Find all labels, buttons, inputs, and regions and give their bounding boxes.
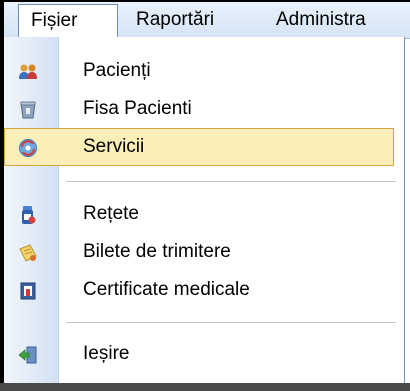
- menu-item-retete[interactable]: Rețete: [4, 195, 394, 233]
- window-bottom-band: [0, 383, 410, 391]
- patient-file-icon: [20, 101, 36, 119]
- menu-bar: Fișier Raportări Administra: [0, 0, 410, 39]
- menu-item-label: Rețete: [83, 203, 139, 224]
- menu-raportari[interactable]: Raportări: [124, 4, 226, 37]
- menu-separator: [66, 181, 396, 182]
- menu-item-label: Servicii: [83, 136, 145, 157]
- menu-item-label: Fisa Pacienti: [83, 98, 192, 119]
- window-left-edge: [0, 0, 4, 38]
- prescriptions-icon: [22, 206, 36, 224]
- fisier-dropdown-menu: Pacienți Fisa Pacienti Servicii Rețete B…: [4, 37, 405, 383]
- exit-icon: [18, 346, 37, 364]
- menu-item-label: Bilete de trimitere: [83, 241, 231, 262]
- menu-item-servicii[interactable]: Servicii: [4, 128, 394, 166]
- menu-item-label: Ieșire: [83, 343, 130, 364]
- window-top-edge: [0, 0, 410, 2]
- menu-item-iesire[interactable]: Ieșire: [4, 335, 394, 373]
- menu-administrare[interactable]: Administra: [264, 4, 378, 37]
- patients-icon: [19, 64, 37, 79]
- menu-item-bilete-de-trimitere[interactable]: Bilete de trimitere: [4, 233, 394, 271]
- menu-item-pacienti[interactable]: Pacienți: [4, 52, 394, 90]
- services-icon: [19, 139, 37, 157]
- menu-item-certificate-medicale[interactable]: Certificate medicale: [4, 271, 394, 309]
- menu-item-label: Certificate medicale: [83, 279, 250, 300]
- referral-tickets-icon: [19, 244, 37, 262]
- menu-item-label: Pacienți: [83, 60, 151, 81]
- medical-certificates-icon: [20, 282, 36, 300]
- menu-fisier[interactable]: Fișier: [18, 4, 118, 37]
- menu-separator: [66, 322, 396, 323]
- menu-item-fisa-pacienti[interactable]: Fisa Pacienti: [4, 90, 394, 128]
